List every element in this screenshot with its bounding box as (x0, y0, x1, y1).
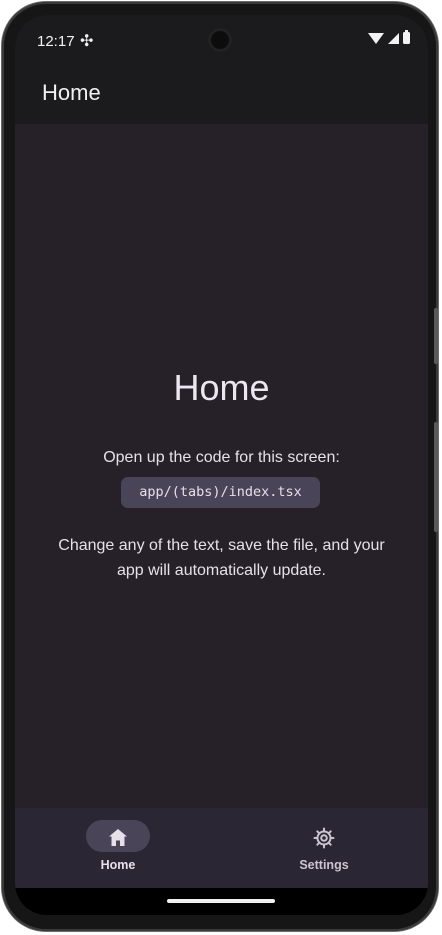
phone-frame: 12:17 ✣ Home Home Open up the code for t… (2, 2, 438, 931)
code-path: app/(tabs)/index.tsx (121, 477, 320, 508)
tab-home[interactable]: Home (48, 808, 188, 888)
status-bar: 12:17 ✣ (15, 15, 428, 65)
battery-icon (403, 30, 410, 44)
tab-settings[interactable]: Settings (254, 808, 394, 888)
power-button (434, 422, 438, 532)
wifi-icon (368, 32, 384, 44)
status-time: 12:17 (37, 33, 75, 50)
tab-label-settings: Settings (299, 858, 349, 872)
main-content: Home Open up the code for this screen: a… (15, 124, 428, 808)
home-icon (109, 829, 127, 846)
app-bar: Home (15, 65, 428, 124)
status-icons (368, 30, 410, 44)
gear-icon (313, 827, 335, 849)
screen: 12:17 ✣ Home Home Open up the code for t… (15, 15, 428, 915)
bottom-tab-bar: Home Settings (15, 808, 428, 888)
home-gesture-handle[interactable] (167, 899, 275, 903)
intro-text: Open up the code for this screen: (103, 449, 340, 466)
screen-heading: Home (173, 367, 270, 408)
gesture-nav-bar (15, 888, 428, 915)
page-title: Home (42, 80, 101, 105)
body-text: Change any of the text, save the file, a… (58, 537, 385, 579)
volume-button (434, 308, 438, 364)
camera-cutout (208, 28, 232, 52)
fan-icon: ✣ (80, 33, 94, 50)
tab-label-home: Home (100, 858, 136, 872)
signal-icon (388, 32, 399, 44)
